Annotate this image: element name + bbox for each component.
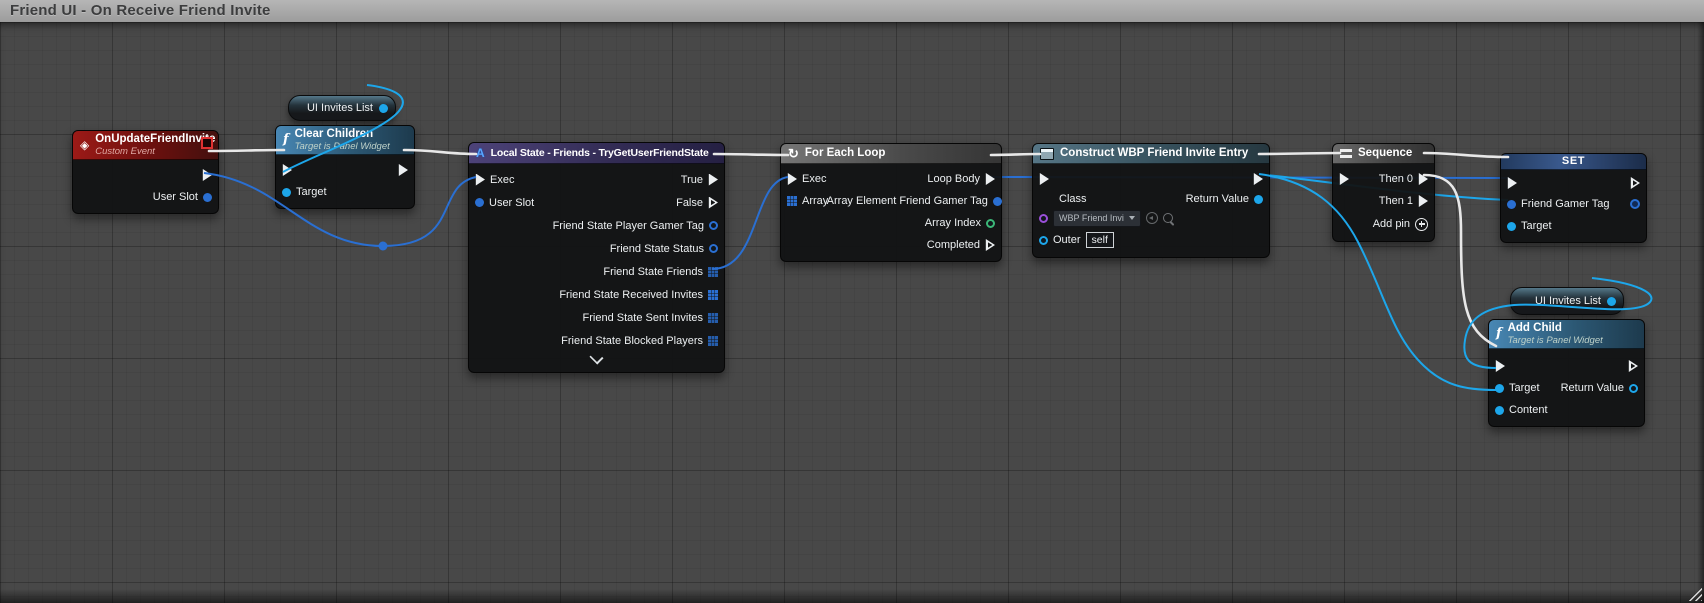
outer-in-pin[interactable] xyxy=(1039,236,1048,245)
friend-gamer-tag-in-pin[interactable] xyxy=(1507,200,1516,209)
add-pin-icon xyxy=(1415,218,1428,231)
true-exec-out-pin[interactable] xyxy=(708,174,718,186)
exec-in-pin[interactable] xyxy=(1339,173,1349,185)
node-header: Clear Children Target is Panel Widget xyxy=(276,126,414,155)
node-construct-wbp-friend-invite-entry[interactable]: Construct WBP Friend Invite Entry Class … xyxy=(1032,143,1270,258)
node-header: Sequence xyxy=(1333,144,1434,164)
node-add-child[interactable]: Add Child Target is Panel Widget Target … xyxy=(1488,319,1645,427)
viewport-right-shadow xyxy=(1697,22,1704,603)
exec-in-pin[interactable] xyxy=(1039,173,1049,185)
friend-state-friends-array-out-pin[interactable] xyxy=(708,267,718,277)
array-element-out-pin[interactable] xyxy=(993,197,1002,206)
user-slot-in-pin[interactable] xyxy=(475,198,484,207)
user-slot-out-pin[interactable] xyxy=(203,193,212,202)
node-trygetuserfriendstate[interactable]: Local State - Friends - TryGetUserFriend… xyxy=(468,142,725,373)
variable-get-ui-invites-list[interactable]: UI Invites List xyxy=(288,95,396,121)
blueprint-graph-canvas[interactable]: OnUpdateFriendInvite Custom Event User S… xyxy=(0,22,1704,603)
outer-value-field[interactable]: self xyxy=(1086,232,1114,248)
wire-exec-then0-to-set[interactable] xyxy=(1424,153,1508,157)
false-exec-out-pin[interactable] xyxy=(708,197,718,209)
browse-asset-icon[interactable] xyxy=(1163,213,1173,223)
exec-out-pin[interactable] xyxy=(1628,360,1638,372)
node-sequence[interactable]: Sequence Then 0 Then 1 Add pin xyxy=(1332,143,1435,242)
widget-icon xyxy=(1040,148,1054,160)
node-for-each-loop[interactable]: For Each Loop Exec Loop Body Array Array… xyxy=(780,143,1002,262)
blueprint-editor-window: Friend UI - On Receive Friend Invite OnU… xyxy=(0,0,1704,603)
collapse-pins-chevron-icon[interactable] xyxy=(589,350,603,364)
node-set-friend-gamer-tag[interactable]: SET Friend Gamer Tag Target xyxy=(1500,153,1647,243)
class-select-dropdown[interactable]: WBP Friend Invi xyxy=(1053,210,1141,227)
exec-out-pin[interactable] xyxy=(398,164,408,176)
custom-event-icon xyxy=(80,138,89,152)
array-in-pin[interactable] xyxy=(787,196,797,206)
event-enabled-checkbox-icon[interactable] xyxy=(201,137,213,149)
variable-get-ui-invites-list-2[interactable]: UI Invites List xyxy=(1510,287,1624,315)
friend-state-player-gamer-tag-out-pin[interactable] xyxy=(709,221,718,230)
dropdown-caret-icon xyxy=(1129,216,1135,220)
class-in-pin[interactable] xyxy=(1039,214,1048,223)
window-resize-grip-icon[interactable] xyxy=(1686,586,1702,601)
sequence-icon xyxy=(1340,149,1352,158)
wire-exec-construct-to-sequence[interactable] xyxy=(1259,153,1340,154)
viewport-bottom-shadow xyxy=(0,589,1704,603)
variable-out-pin[interactable] xyxy=(379,104,388,113)
loop-body-exec-out-pin[interactable] xyxy=(985,173,995,185)
exec-out-pin[interactable] xyxy=(1630,177,1640,189)
node-header: SET xyxy=(1501,154,1646,170)
wire-exec-event-to-clearchildren[interactable] xyxy=(209,150,284,151)
then0-exec-out-pin[interactable] xyxy=(1418,173,1428,185)
node-header: Local State - Friends - TryGetUserFriend… xyxy=(469,143,724,164)
variable-out-pin[interactable] xyxy=(1607,297,1616,306)
node-header: For Each Loop xyxy=(781,144,1001,164)
target-in-pin[interactable] xyxy=(1507,222,1516,231)
exec-out-pin[interactable] xyxy=(202,169,212,181)
content-in-pin[interactable] xyxy=(1495,406,1504,415)
friend-state-status-out-pin[interactable] xyxy=(709,244,718,253)
exec-in-pin[interactable] xyxy=(1495,360,1505,372)
completed-exec-out-pin[interactable] xyxy=(985,239,995,251)
return-value-out-pin[interactable] xyxy=(1629,384,1638,393)
loop-icon xyxy=(788,148,799,160)
array-index-out-pin[interactable] xyxy=(986,219,995,228)
function-icon xyxy=(1496,328,1502,340)
exec-in-pin[interactable] xyxy=(787,173,797,185)
target-in-pin[interactable] xyxy=(282,188,291,197)
exec-in-pin[interactable] xyxy=(475,174,485,186)
friend-state-blocked-players-array-out-pin[interactable] xyxy=(708,336,718,346)
use-selected-asset-icon[interactable] xyxy=(1146,212,1158,224)
friend-state-sent-invites-array-out-pin[interactable] xyxy=(708,313,718,323)
node-header: Construct WBP Friend Invite Entry xyxy=(1033,144,1269,164)
function-icon xyxy=(283,134,289,146)
reroute-node-userslot[interactable] xyxy=(379,242,388,251)
add-pin-button[interactable]: Add pin xyxy=(1373,218,1428,231)
node-clear-children[interactable]: Clear Children Target is Panel Widget Ta… xyxy=(275,125,415,209)
wire-exec-true-to-foreach[interactable] xyxy=(714,154,788,155)
set-value-out-pin[interactable] xyxy=(1630,199,1640,209)
exec-out-pin[interactable] xyxy=(1253,173,1263,185)
node-header: OnUpdateFriendInvite Custom Event xyxy=(73,131,218,160)
exec-in-pin[interactable] xyxy=(1507,177,1517,189)
node-header: Add Child Target is Panel Widget xyxy=(1489,320,1644,349)
exec-in-pin[interactable] xyxy=(282,164,292,176)
friend-state-received-invites-array-out-pin[interactable] xyxy=(708,290,718,300)
return-value-out-pin[interactable] xyxy=(1254,195,1263,204)
graph-title-bar: Friend UI - On Receive Friend Invite xyxy=(0,0,1704,22)
node-onupdatefriendinvite[interactable]: OnUpdateFriendInvite Custom Event User S… xyxy=(72,130,219,214)
then1-exec-out-pin[interactable] xyxy=(1418,195,1428,207)
accelbyte-logo-icon xyxy=(476,146,485,160)
target-in-pin[interactable] xyxy=(1495,384,1504,393)
